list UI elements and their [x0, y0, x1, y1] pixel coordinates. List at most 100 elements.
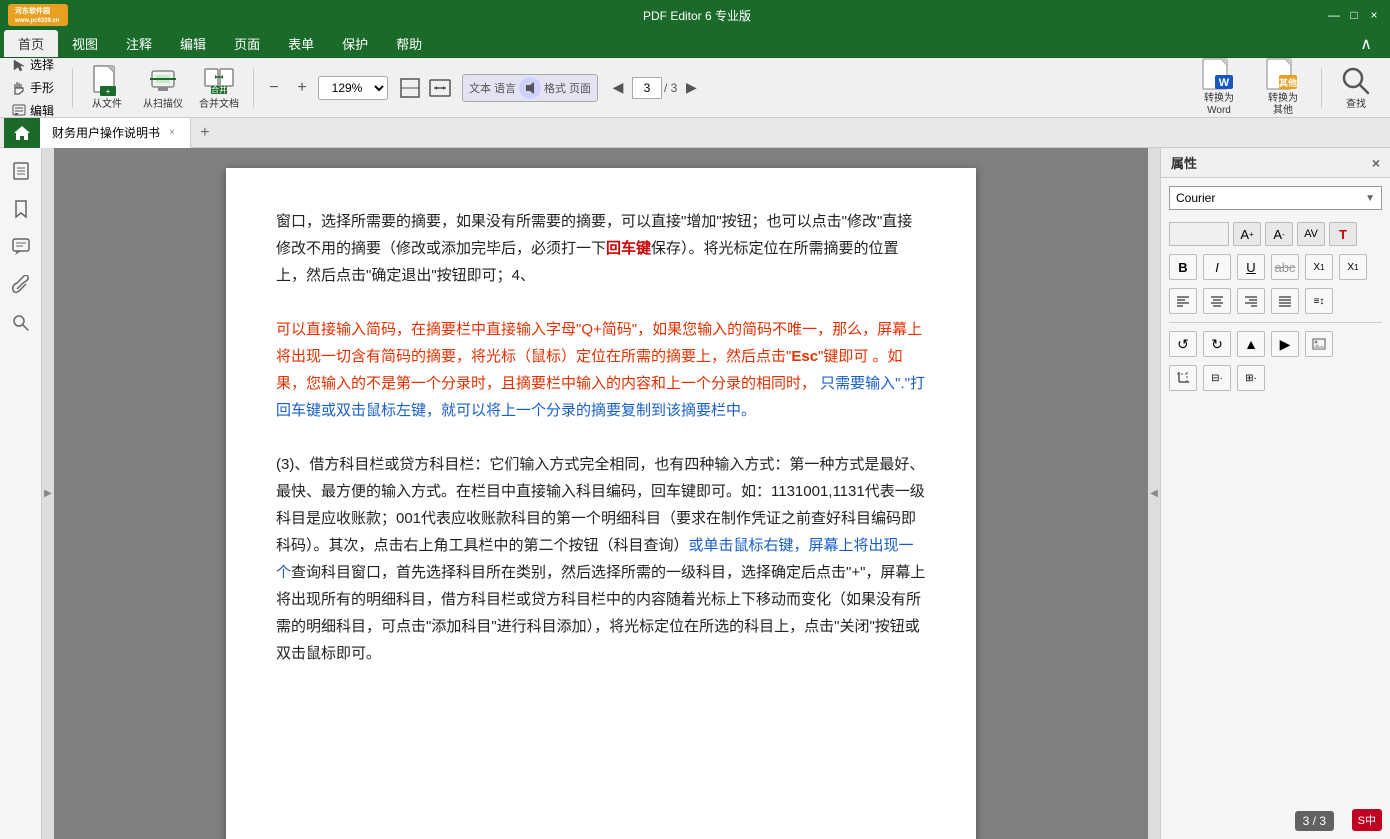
menu-edit[interactable]: 编辑 — [166, 30, 220, 57]
edit-label: 编辑 — [30, 102, 54, 119]
zoom-in-button[interactable]: + — [290, 76, 314, 100]
font-color-button[interactable]: T — [1329, 222, 1357, 246]
title-bar: 河东软件园 www.pc6339.cn PDF Editor 6 专业版 — □… — [0, 0, 1390, 30]
flip-h-button[interactable]: ▶ — [1271, 331, 1299, 357]
home-tab-button[interactable] — [4, 118, 40, 148]
font-selector-area: Courier ▼ — [1169, 186, 1382, 210]
font-size-input[interactable] — [1169, 222, 1229, 246]
right-expand-handle[interactable]: ◀ — [1148, 148, 1160, 839]
left-collapse-handle[interactable]: ▶ — [42, 148, 54, 839]
add-tab-button[interactable]: + — [191, 119, 219, 147]
bold-button[interactable]: B — [1169, 254, 1197, 280]
merge-doc-button[interactable]: 合并 合并文档 — [193, 62, 245, 114]
zoom-controls: − + 129% 100% 75% 150% — [262, 76, 388, 100]
convert-other-label: 转换为 — [1268, 93, 1298, 105]
crop-button[interactable] — [1169, 365, 1197, 391]
sidebar-attachments-icon[interactable] — [6, 270, 36, 300]
panel-header: 属性 × — [1161, 148, 1390, 178]
hand-tool[interactable]: 手形 — [8, 77, 58, 98]
from-file-label: 从文件 — [92, 99, 122, 111]
page-navigation: ◀ / 3 ▶ — [606, 76, 703, 100]
sidebar-pages-icon[interactable] — [6, 156, 36, 186]
hand-label: 手形 — [30, 79, 54, 96]
align-justify-button[interactable] — [1271, 288, 1299, 314]
prev-page-button[interactable]: ◀ — [606, 76, 630, 100]
convert-word-button[interactable]: W 转换为 Word — [1189, 62, 1249, 114]
tab-title: 财务用户操作说明书 — [52, 124, 160, 141]
strikethrough-button[interactable]: abc — [1271, 254, 1299, 280]
panel-close-button[interactable]: × — [1372, 155, 1380, 171]
rotate-cw-button[interactable]: ↻ — [1203, 331, 1231, 357]
font-spacing-button[interactable]: AV — [1297, 222, 1325, 246]
convert-word-label: 转换为 — [1204, 93, 1234, 105]
menu-help[interactable]: 帮助 — [382, 30, 436, 57]
maximize-button[interactable]: □ — [1346, 7, 1362, 23]
svg-text:河东软件园: 河东软件园 — [15, 6, 50, 15]
menu-page[interactable]: 页面 — [220, 30, 274, 57]
tab-close-button[interactable]: × — [166, 126, 178, 139]
document-tab[interactable]: 财务用户操作说明书 × — [40, 118, 191, 148]
page-separator: / 3 — [664, 81, 677, 95]
para-3: (3)、借方科目栏或贷方科目栏：它们输入方式完全相同，也有四种输入方式：第一种方… — [276, 451, 926, 667]
convert-word-sublabel: Word — [1207, 105, 1231, 117]
convert-other-button[interactable]: 其他 转换为 其他 — [1253, 62, 1313, 114]
zoom-out-button[interactable]: − — [262, 76, 286, 100]
close-button[interactable]: × — [1366, 7, 1382, 23]
svg-text:+: + — [106, 87, 111, 96]
font-dropdown[interactable]: Courier ▼ — [1169, 186, 1382, 210]
tabs-bar: 财务用户操作说明书 × + — [0, 118, 1390, 148]
main-area: ▶ 窗口，选择所需要的摘要，如果没有所需要的摘要，可以直接"增加"按钮；也可以点… — [0, 148, 1390, 839]
zoom-selector[interactable]: 129% 100% 75% 150% — [318, 76, 388, 100]
menu-view[interactable]: 视图 — [58, 30, 112, 57]
distribute-button[interactable]: ⊞· — [1237, 365, 1265, 391]
rotate-ccw-button[interactable]: ↺ — [1169, 331, 1197, 357]
window-controls[interactable]: — □ × — [1326, 7, 1382, 23]
arrange-button[interactable]: ⊟· — [1203, 365, 1231, 391]
fit-width-button[interactable] — [426, 74, 454, 102]
menu-form[interactable]: 表单 — [274, 30, 328, 57]
para-1: 窗口，选择所需要的摘要，如果没有所需要的摘要，可以直接"增加"按钮；也可以点击"… — [276, 208, 926, 289]
image-button[interactable] — [1305, 331, 1333, 357]
from-scan-button[interactable]: 从扫描仪 — [137, 62, 189, 114]
menu-protect[interactable]: 保护 — [328, 30, 382, 57]
sep-2 — [253, 68, 254, 108]
sep-1 — [72, 68, 73, 108]
convert-other-sublabel: 其他 — [1273, 105, 1293, 117]
svg-text:W: W — [1219, 77, 1230, 89]
page-number-input[interactable] — [632, 77, 662, 99]
next-page-button[interactable]: ▶ — [679, 76, 703, 100]
menu-annotate[interactable]: 注释 — [112, 30, 166, 57]
minimize-button[interactable]: — — [1326, 7, 1342, 23]
superscript-button[interactable]: X1 — [1305, 254, 1333, 280]
subscript-button[interactable]: X1 — [1339, 254, 1367, 280]
app-logo: 河东软件园 www.pc6339.cn — [8, 4, 68, 26]
select-tool[interactable]: 选择 — [8, 54, 58, 75]
tts-button[interactable] — [519, 77, 541, 99]
sidebar-search-icon[interactable] — [6, 308, 36, 338]
sep-props-1 — [1169, 322, 1382, 323]
svg-text:www.pc6339.cn: www.pc6339.cn — [14, 18, 60, 24]
pdf-page: 窗口，选择所需要的摘要，如果没有所需要的摘要，可以直接"增加"按钮；也可以点击"… — [226, 168, 976, 839]
flip-v-button[interactable]: ▲ — [1237, 331, 1265, 357]
panel-title: 属性 — [1171, 153, 1197, 172]
font-size-increase-button[interactable]: A+ — [1233, 222, 1261, 246]
sidebar-comments-icon[interactable] — [6, 232, 36, 262]
align-left-button[interactable] — [1169, 288, 1197, 314]
from-file-button[interactable]: + 从文件 — [81, 62, 133, 114]
font-size-decrease-button[interactable]: A- — [1265, 222, 1293, 246]
menu-home[interactable]: 首页 — [4, 30, 58, 57]
from-scan-label: 从扫描仪 — [143, 99, 183, 111]
svg-text:合并: 合并 — [211, 84, 227, 94]
para-2: 可以直接输入简码，在摘要栏中直接输入字母"Q+简码"，如果您输入的简码不唯一，那… — [276, 316, 926, 424]
search-button[interactable]: 查找 — [1330, 62, 1382, 114]
align-right-button[interactable] — [1237, 288, 1265, 314]
fit-page-button[interactable] — [396, 74, 424, 102]
menu-collapse[interactable]: ∧ — [1346, 30, 1386, 58]
pdf-viewer[interactable]: 窗口，选择所需要的摘要，如果没有所需要的摘要，可以直接"增加"按钮；也可以点击"… — [54, 148, 1148, 839]
italic-button[interactable]: I — [1203, 254, 1231, 280]
text-style-row: B I U abc X1 X1 — [1161, 250, 1390, 284]
sidebar-bookmarks-icon[interactable] — [6, 194, 36, 224]
underline-button[interactable]: U — [1237, 254, 1265, 280]
align-center-button[interactable] — [1203, 288, 1231, 314]
line-spacing-button[interactable]: ≡↕ — [1305, 288, 1333, 314]
